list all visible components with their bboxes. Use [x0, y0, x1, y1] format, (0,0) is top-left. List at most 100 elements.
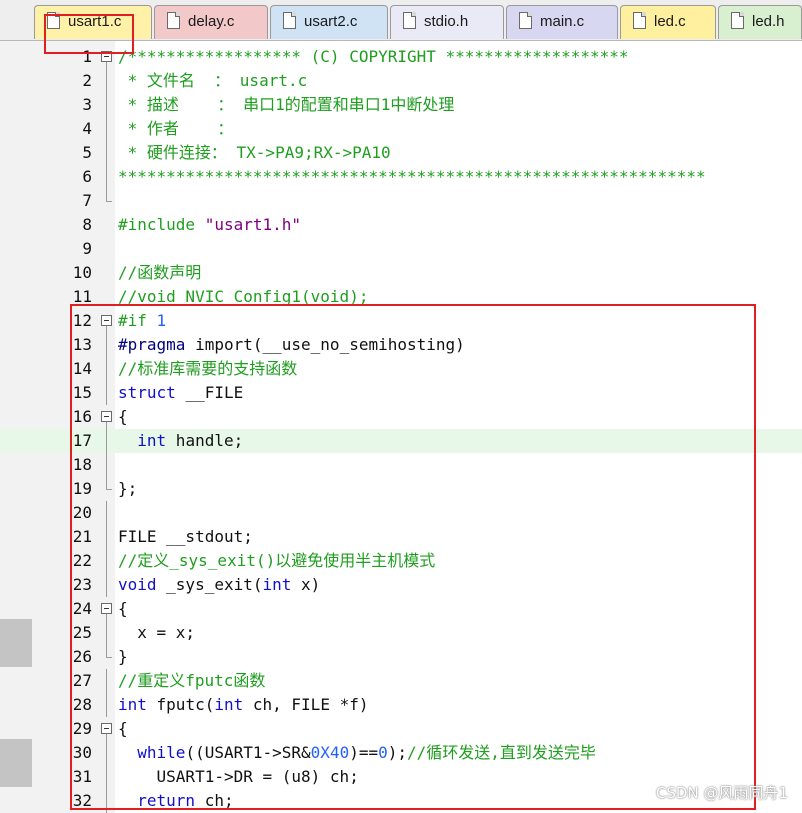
code-token: ****************************************…	[118, 167, 706, 186]
code-line[interactable]: 21 FILE __stdout;	[0, 525, 802, 549]
code-line[interactable]: 13 #pragma import(__use_no_semihosting)	[0, 333, 802, 357]
line-number: 30	[72, 743, 92, 762]
code-line[interactable]: 5 * 硬件连接： TX->PA9;RX->PA10	[0, 141, 802, 165]
code-token: * 描述 ： 串口1的配置和串口1中断处理	[118, 95, 455, 114]
code-line[interactable]: 24 {	[0, 597, 802, 621]
code-token: #include	[118, 215, 205, 234]
code-text: //定义_sys_exit()以避免使用半主机模式	[118, 549, 435, 573]
code-token: ch;	[195, 791, 234, 810]
code-line[interactable]: 7	[0, 189, 802, 213]
c-file-icon	[283, 12, 296, 29]
code-token: {	[118, 407, 128, 426]
code-line[interactable]: 18	[0, 453, 802, 477]
collapse-icon[interactable]	[101, 51, 112, 62]
line-number: 25	[72, 623, 92, 642]
code-token: //标准库需要的支持函数	[118, 359, 298, 378]
tab-led-c[interactable]: led.c	[620, 5, 716, 39]
tab-delay-c[interactable]: delay.c	[154, 5, 268, 39]
line-number: 29	[72, 719, 92, 738]
tab-label: stdio.h	[424, 13, 469, 30]
code-line[interactable]: 25 x = x;	[0, 621, 802, 645]
tab-main-c[interactable]: main.c	[506, 5, 618, 39]
fold-toggle[interactable]	[100, 405, 114, 429]
line-number: 6	[82, 167, 92, 186]
code-editor[interactable]: 1 /****************** (C) COPYRIGHT *****…	[0, 41, 802, 813]
code-line[interactable]: 9	[0, 237, 802, 261]
code-text: void _sys_exit(int x)	[118, 573, 320, 597]
code-text: x = x;	[118, 621, 195, 645]
code-line[interactable]: 2 * 文件名 ： usart.c	[0, 69, 802, 93]
code-token: //定义_sys_exit()以避免使用半主机模式	[118, 551, 436, 570]
code-line[interactable]: 29 {	[0, 717, 802, 741]
fold-guide	[100, 237, 114, 261]
code-line[interactable]: 12 #if 1	[0, 309, 802, 333]
code-token: };	[118, 479, 138, 498]
code-text: * 描述 ： 串口1的配置和串口1中断处理	[118, 93, 455, 117]
collapse-icon[interactable]	[101, 603, 112, 614]
fold-toggle[interactable]	[100, 717, 114, 741]
code-token: 0	[378, 743, 388, 762]
code-line[interactable]: 17 int handle;	[0, 429, 802, 453]
code-line[interactable]: 3 * 描述 ： 串口1的配置和串口1中断处理	[0, 93, 802, 117]
code-line[interactable]: 22 //定义_sys_exit()以避免使用半主机模式	[0, 549, 802, 573]
code-token: import(__use_no_semihosting)	[185, 335, 465, 354]
code-token: //重定义fputc函数	[118, 671, 266, 690]
code-line[interactable]: 19};	[0, 477, 802, 501]
code-token: void	[118, 575, 157, 594]
code-line[interactable]: 11 //void NVIC_Config1(void);	[0, 285, 802, 309]
line-number: 8	[82, 215, 92, 234]
code-line[interactable]: 20	[0, 501, 802, 525]
code-text: * 作者 ：	[118, 117, 234, 141]
line-number: 16	[72, 407, 92, 426]
tab-usart1-c[interactable]: usart1.c	[34, 5, 152, 39]
code-token: __FILE	[175, 383, 244, 402]
fold-guide	[100, 693, 114, 717]
code-line[interactable]: 28 int fputc(int ch, FILE *f)	[0, 693, 802, 717]
code-text: //void NVIC_Config1(void);	[118, 285, 368, 309]
code-line[interactable]: 30 while((USART1->SR&0X40)==0);//循环发送,直到…	[0, 741, 802, 765]
code-token: //函数声明	[118, 263, 202, 282]
code-token: USART1->DR = (u8) ch;	[118, 767, 359, 786]
fold-guide	[100, 789, 114, 813]
code-token: * 文件名 ： usart.c	[118, 71, 308, 90]
code-text: USART1->DR = (u8) ch;	[118, 765, 359, 789]
tab-stdio-h[interactable]: stdio.h	[390, 5, 504, 39]
collapse-icon[interactable]	[101, 723, 112, 734]
tab-usart2-c[interactable]: usart2.c	[270, 5, 388, 39]
editor-tab-bar: usart1.c delay.c usart2.c stdio.h main.c…	[0, 0, 802, 41]
code-line[interactable]: 1 /****************** (C) COPYRIGHT *****…	[0, 45, 802, 69]
code-line[interactable]: 15 struct __FILE	[0, 381, 802, 405]
fold-guide	[100, 765, 114, 789]
code-token: int	[214, 695, 244, 714]
tab-led-h[interactable]: led.h	[718, 5, 802, 39]
code-line[interactable]: 27 //重定义fputc函数	[0, 669, 802, 693]
code-token: fputc(	[146, 695, 215, 714]
fold-guide	[100, 501, 114, 525]
fold-toggle[interactable]	[100, 597, 114, 621]
code-line[interactable]: 23 void _sys_exit(int x)	[0, 573, 802, 597]
fold-guide	[100, 573, 114, 597]
line-number: 7	[82, 191, 92, 210]
fold-toggle[interactable]	[100, 309, 114, 333]
collapse-icon[interactable]	[101, 315, 112, 326]
line-number: 24	[72, 599, 92, 618]
code-line[interactable]: 8 #include "usart1.h"	[0, 213, 802, 237]
code-text: int handle;	[118, 429, 243, 453]
h-file-icon	[403, 12, 416, 29]
code-line[interactable]: 4 * 作者 ：	[0, 117, 802, 141]
fold-toggle[interactable]	[100, 45, 114, 69]
code-token: {	[118, 599, 128, 618]
code-line[interactable]: 14 //标准库需要的支持函数	[0, 357, 802, 381]
code-token: {	[118, 719, 128, 738]
line-number: 31	[72, 767, 92, 786]
code-line[interactable]: 10 //函数声明	[0, 261, 802, 285]
code-line[interactable]: 26}	[0, 645, 802, 669]
code-text: ****************************************…	[118, 165, 706, 189]
tab-label: main.c	[540, 13, 585, 30]
line-number: 21	[72, 527, 92, 546]
code-line[interactable]: 6 ***************************************…	[0, 165, 802, 189]
collapse-icon[interactable]	[101, 411, 112, 422]
code-line[interactable]: 16 {	[0, 405, 802, 429]
